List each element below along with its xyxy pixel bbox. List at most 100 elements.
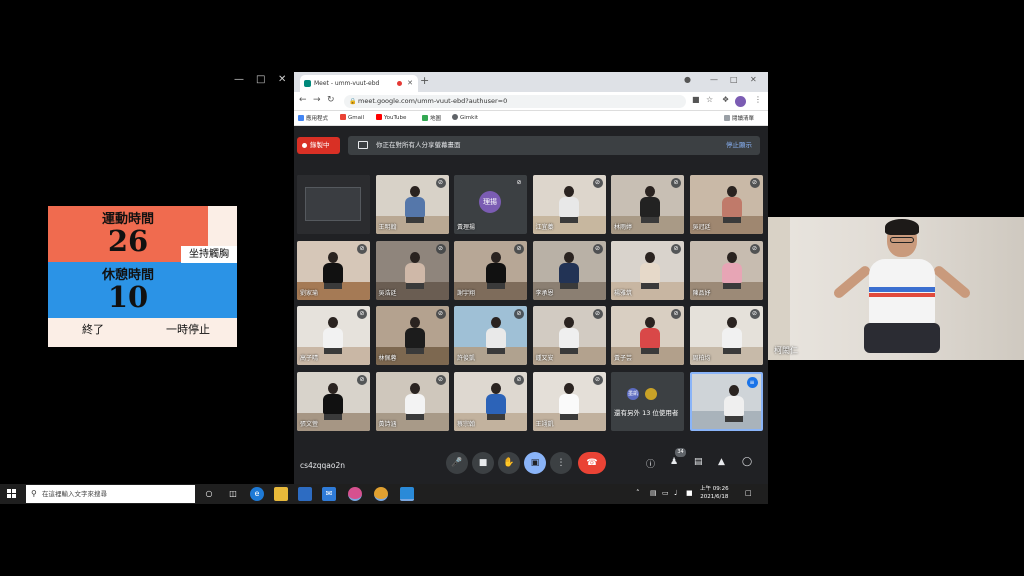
rest-time-value: 10 xyxy=(107,280,149,314)
more-options-button[interactable]: ⋮ xyxy=(550,452,572,474)
presentation-tile[interactable] xyxy=(297,175,370,234)
chrome-window: Meet - umm-vuut-ebd ✕ + ● — □ ✕ ← → ↻ 🔒 … xyxy=(294,72,768,484)
participant-tile[interactable]: ⊘ 謝宇翔 xyxy=(454,240,527,300)
recording-dot-icon xyxy=(397,81,402,86)
participant-tile[interactable]: ⊘ 張文萱 xyxy=(297,371,370,431)
mic-off-icon: ⊘ xyxy=(435,243,446,254)
end-button[interactable]: 終了 xyxy=(82,321,104,337)
profile-avatar[interactable] xyxy=(735,96,746,107)
bookmark-maps[interactable]: 地圖 xyxy=(422,114,441,122)
reload-icon[interactable]: ↻ xyxy=(327,95,335,105)
participant-name: 鍾又安 xyxy=(535,355,554,362)
raise-hand-button[interactable]: ✋ xyxy=(498,452,520,474)
bookmark-gimkit[interactable]: Gimkit xyxy=(452,114,478,121)
participant-tile[interactable]: ≡ xyxy=(689,371,763,431)
present-button[interactable]: ▣ xyxy=(524,452,546,474)
participant-tile[interactable]: ⊘ 劉家瑜 xyxy=(297,240,370,300)
mic-off-icon: ⊘ xyxy=(671,243,681,254)
mic-off-icon: ⊘ xyxy=(671,309,681,319)
presenter-name: 柯閎仁 xyxy=(774,346,798,355)
recording-badge[interactable]: 錄製中 xyxy=(297,137,340,154)
participant-tile[interactable]: ⊘ 吳浩廷 xyxy=(375,240,449,300)
windows-start-icon[interactable] xyxy=(7,489,17,499)
participant-tile[interactable]: ⊘ 江宜蓁 xyxy=(532,175,606,234)
participant-tile[interactable]: ⊘ 李承恩 xyxy=(532,240,606,300)
close-icon[interactable]: ✕ xyxy=(750,75,757,84)
people-icon[interactable]: ♟ xyxy=(670,457,678,467)
minimize-icon[interactable]: — xyxy=(234,74,244,85)
volume-icon[interactable]: ♩ xyxy=(674,489,677,497)
mail-icon[interactable]: ✉ xyxy=(322,487,336,501)
account-circle-icon[interactable]: ● xyxy=(684,75,691,84)
chat-icon[interactable]: ▤ xyxy=(694,457,703,467)
chrome-profile-icon[interactable] xyxy=(348,487,362,501)
participant-name: 黃理揚 xyxy=(457,224,476,231)
new-tab-icon[interactable]: + xyxy=(420,74,429,87)
participant-avatar: 墨凱 xyxy=(627,387,639,400)
participant-tile[interactable]: ⊘ 王明翰 xyxy=(375,175,449,234)
microphone-button[interactable]: 🎤 xyxy=(446,452,468,474)
participant-name: 林雨婷 xyxy=(614,224,633,231)
edge-icon[interactable]: e xyxy=(250,487,264,501)
extensions-icon[interactable]: ❖ xyxy=(722,95,729,104)
leave-call-button[interactable]: ☎ xyxy=(578,452,606,474)
bookmark-apps[interactable]: 應用程式 xyxy=(298,114,328,122)
maximize-icon[interactable]: □ xyxy=(730,75,738,84)
tray-chevron-icon[interactable]: ˄ xyxy=(636,489,640,497)
participant-tile[interactable]: ⊘ 黃詩涵 xyxy=(375,371,449,431)
pause-button[interactable]: 一時停止 xyxy=(166,321,210,337)
participant-tile[interactable]: 理揚 ⊘ 黃理揚 xyxy=(454,175,527,234)
participant-name: 楊雅筑 xyxy=(614,289,633,297)
task-view-icon[interactable]: ◫ xyxy=(226,487,240,501)
bookmark-gmail[interactable]: Gmail xyxy=(340,114,364,121)
participant-tile[interactable]: ⊘ 黃子芸 xyxy=(611,306,684,365)
file-explorer-icon[interactable] xyxy=(274,487,288,501)
tab-close-icon[interactable]: ✕ xyxy=(407,75,413,92)
reading-list[interactable]: 閱讀清單 xyxy=(724,114,754,122)
activities-icon[interactable]: ▲ xyxy=(718,457,725,467)
minimize-icon[interactable]: — xyxy=(710,75,718,84)
store-icon[interactable] xyxy=(298,487,312,501)
forward-icon[interactable]: → xyxy=(313,95,321,105)
participant-tile[interactable]: ⊘ 吳冠廷 xyxy=(689,175,763,234)
back-icon[interactable]: ← xyxy=(299,95,307,105)
address-bar[interactable]: 🔒 meet.google.com/umm-vuut-ebd?authuser=… xyxy=(344,95,686,108)
close-icon[interactable]: ✕ xyxy=(278,74,286,85)
participant-name: 王明翰 xyxy=(378,224,397,231)
taskbar-clock[interactable]: 上午 09:26 2021/6/18 xyxy=(700,485,729,501)
mic-off-icon: ⊘ xyxy=(435,309,446,319)
maximize-icon[interactable]: □ xyxy=(256,74,265,85)
notifications-icon[interactable]: □ xyxy=(745,489,752,497)
camera-button[interactable]: ■ xyxy=(472,452,494,474)
camera-indicator-icon[interactable]: ■ xyxy=(692,95,700,104)
participant-tile[interactable]: ⊘ 蔡宗翰 xyxy=(454,371,527,431)
participant-tile[interactable]: ⊘ 高子晴 xyxy=(297,306,370,365)
participant-name: 陳品妤 xyxy=(692,289,711,297)
more-participants-tile[interactable]: 墨凱 還有另外 13 位使用者 xyxy=(611,371,684,431)
stop-presenting-button[interactable]: 停止顯示 xyxy=(726,136,752,155)
participant-tile[interactable]: ⊘ 許俊凱 xyxy=(454,306,527,365)
meet-content: 錄製中 你正在對所有人分享螢幕畫面 停止顯示 ⊘ 王明翰 理揚 ⊘ 黃理揚 ⊘ 江宜蓁 ⊘ 林雨… xyxy=(294,127,768,484)
participant-tile[interactable]: ⊘ 陳品妤 xyxy=(689,240,763,300)
participant-tile[interactable]: ⊘ 林雨婷 xyxy=(611,175,684,234)
cortana-icon[interactable]: ○ xyxy=(202,487,216,501)
participant-tile[interactable]: ⊘ 林佩蓉 xyxy=(375,306,449,365)
tab-meet[interactable]: Meet - umm-vuut-ebd ✕ xyxy=(300,75,418,92)
menu-icon[interactable]: ⋮ xyxy=(754,95,762,104)
host-controls-icon[interactable]: ◯ xyxy=(742,457,752,467)
battery-icon[interactable]: ▭ xyxy=(662,489,669,497)
participant-avatar: 理揚 xyxy=(479,191,501,213)
participant-tile[interactable]: ⊘ 王翊凱 xyxy=(532,371,606,431)
participant-tile[interactable]: ⊘ 鍾又安 xyxy=(532,306,606,365)
bookmark-star-icon[interactable]: ☆ xyxy=(706,95,713,104)
app-window-icon[interactable] xyxy=(400,487,414,501)
chrome-icon[interactable] xyxy=(374,487,388,501)
meeting-info-icon[interactable]: ⓘ xyxy=(646,457,655,470)
participant-tile[interactable]: ⊘ 楊雅筑 xyxy=(611,240,684,300)
input-method-icon[interactable]: ■ xyxy=(686,489,693,497)
taskbar-search-input[interactable]: ⚲ 在這裡輸入文字來搜尋 xyxy=(26,485,195,503)
participant-tile[interactable]: ⊘ 周柏均 xyxy=(689,306,763,365)
bookmark-youtube[interactable]: YouTube xyxy=(376,114,406,121)
meet-favicon-icon xyxy=(304,80,311,87)
network-icon[interactable]: ▤ xyxy=(650,489,657,497)
